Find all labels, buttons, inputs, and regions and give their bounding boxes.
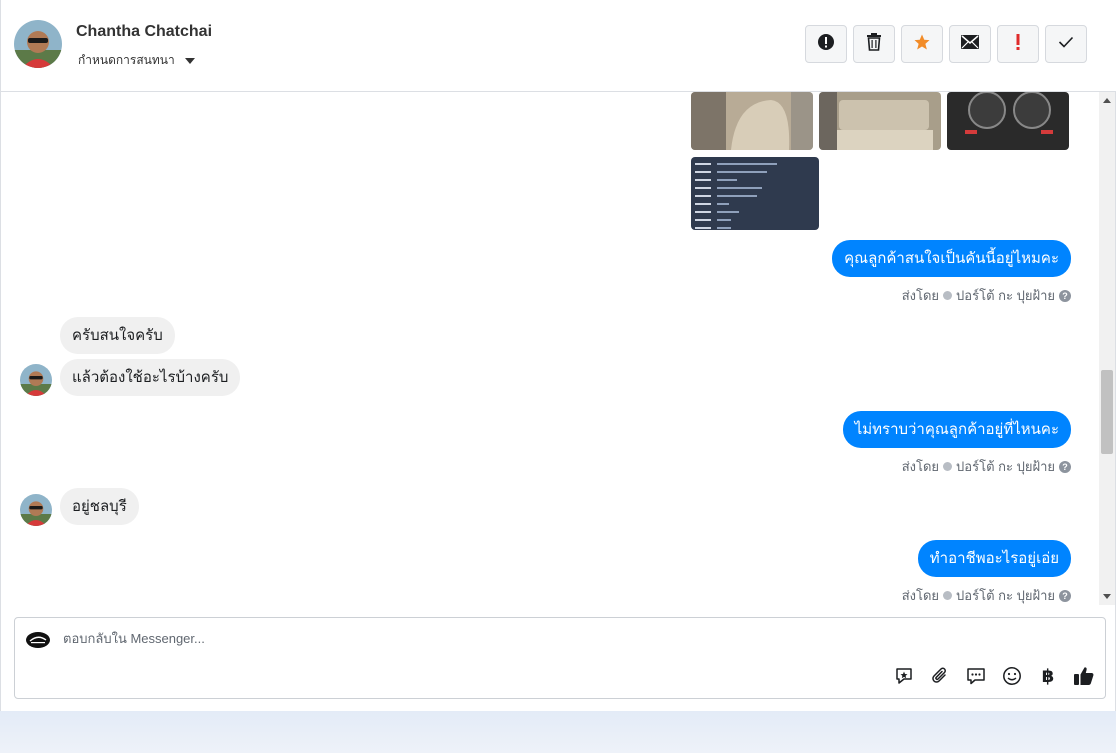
page-logo-icon xyxy=(25,631,51,649)
document-image[interactable] xyxy=(691,157,819,230)
contact-avatar[interactable] xyxy=(14,20,62,68)
contact-avatar-small xyxy=(20,494,52,526)
thumbs-up-icon[interactable] xyxy=(1073,665,1095,687)
help-icon[interactable]: ? xyxy=(1059,589,1071,602)
envelope-icon xyxy=(961,34,979,54)
baht-symbol: ฿ xyxy=(1041,665,1055,687)
car-interior-image-2[interactable] xyxy=(819,92,941,150)
help-icon[interactable]: ? xyxy=(1059,460,1071,473)
star-icon xyxy=(913,33,931,56)
sent-by-info: ส่งโดย ปอร์โต้ กะ ปุยฝ้าย ? xyxy=(902,585,1071,605)
sent-by-info: ส่งโดย ปอร์โต้ กะ ปุยฝ้าย ? xyxy=(902,456,1071,477)
message-outgoing[interactable]: คุณลูกค้าสนใจเป็นคันนี้อยู่ไหมคะ xyxy=(832,240,1071,277)
sent-by-agent: ปอร์โต้ กะ ปุยฝ้าย xyxy=(956,588,1055,603)
sent-by-prefix: ส่งโดย xyxy=(901,459,940,474)
message-incoming[interactable]: อยู่ชลบุรี xyxy=(60,488,139,525)
agent-icon xyxy=(943,591,953,600)
sent-by-agent: ปอร์โต้ กะ ปุยฝ้าย xyxy=(956,288,1055,303)
message-outgoing[interactable]: ไม่ทราบว่าคุณลูกค้าอยู่ที่ไหนคะ xyxy=(842,411,1071,448)
alert-circle-icon xyxy=(817,33,835,56)
star-button[interactable] xyxy=(901,25,943,63)
conversation-setting-dropdown[interactable]: กำหนดการสนทนา xyxy=(78,51,195,70)
message-incoming[interactable]: แล้วต้องใช้อะไรบ้างครับ xyxy=(60,359,241,396)
exclamation-icon xyxy=(1015,33,1021,56)
reply-input[interactable] xyxy=(63,631,763,646)
contact-avatar-small xyxy=(20,364,52,396)
chat-bubble-icon[interactable] xyxy=(965,665,987,687)
messenger-panel: Chantha Chatchai กำหนดการสนทนา คุณลูกค้า… xyxy=(0,0,1116,711)
emoji-icon[interactable] xyxy=(1001,665,1023,687)
mark-unread-button[interactable] xyxy=(949,25,991,63)
mark-done-button[interactable] xyxy=(1045,25,1087,63)
attachment-icon[interactable] xyxy=(929,665,951,687)
delete-button[interactable] xyxy=(853,25,895,63)
scroll-up-arrow-icon[interactable] xyxy=(1103,98,1111,103)
message-thread[interactable]: คุณลูกค้าสนใจเป็นคันนี้อยู่ไหมคะ ส่งโดย … xyxy=(1,92,1101,605)
car-interior-image-1[interactable] xyxy=(691,92,813,150)
message-outgoing[interactable]: ทำอาชีพอะไรอยู่เอ่ย xyxy=(917,540,1071,577)
conversation-setting-label: กำหนดการสนทนา xyxy=(78,53,175,67)
baht-icon[interactable]: ฿ xyxy=(1037,665,1059,687)
dashboard-image[interactable] xyxy=(947,92,1069,150)
trash-icon xyxy=(866,32,882,56)
sent-by-info: ส่งโดย ปอร์โต้ กะ ปุยฝ้าย ? xyxy=(902,285,1071,306)
caret-down-icon xyxy=(184,57,195,64)
scroll-down-arrow-icon[interactable] xyxy=(1103,594,1111,599)
scrollbar-thumb[interactable] xyxy=(1101,370,1113,454)
reply-composer: ฿ xyxy=(14,617,1106,699)
conversation-header: Chantha Chatchai กำหนดการสนทนา xyxy=(1,0,1116,92)
sent-by-agent: ปอร์โต้ กะ ปุยฝ้าย xyxy=(956,459,1055,474)
sent-by-prefix: ส่งโดย xyxy=(901,288,940,303)
composer-toolbar: ฿ xyxy=(893,665,1095,687)
sent-by-prefix: ส่งโดย xyxy=(901,588,940,603)
contact-name[interactable]: Chantha Chatchai xyxy=(76,23,212,41)
agent-icon xyxy=(943,462,953,471)
flag-important-button[interactable] xyxy=(997,25,1039,63)
conversation-toolbar xyxy=(805,25,1087,63)
page-footer-band xyxy=(0,711,1116,753)
check-icon xyxy=(1058,35,1074,53)
spam-button[interactable] xyxy=(805,25,847,63)
saved-reply-icon[interactable] xyxy=(893,665,915,687)
thread-scrollbar[interactable] xyxy=(1099,92,1115,605)
message-incoming[interactable]: ครับสนใจครับ xyxy=(60,317,175,354)
help-icon[interactable]: ? xyxy=(1059,289,1071,302)
agent-icon xyxy=(943,291,953,300)
